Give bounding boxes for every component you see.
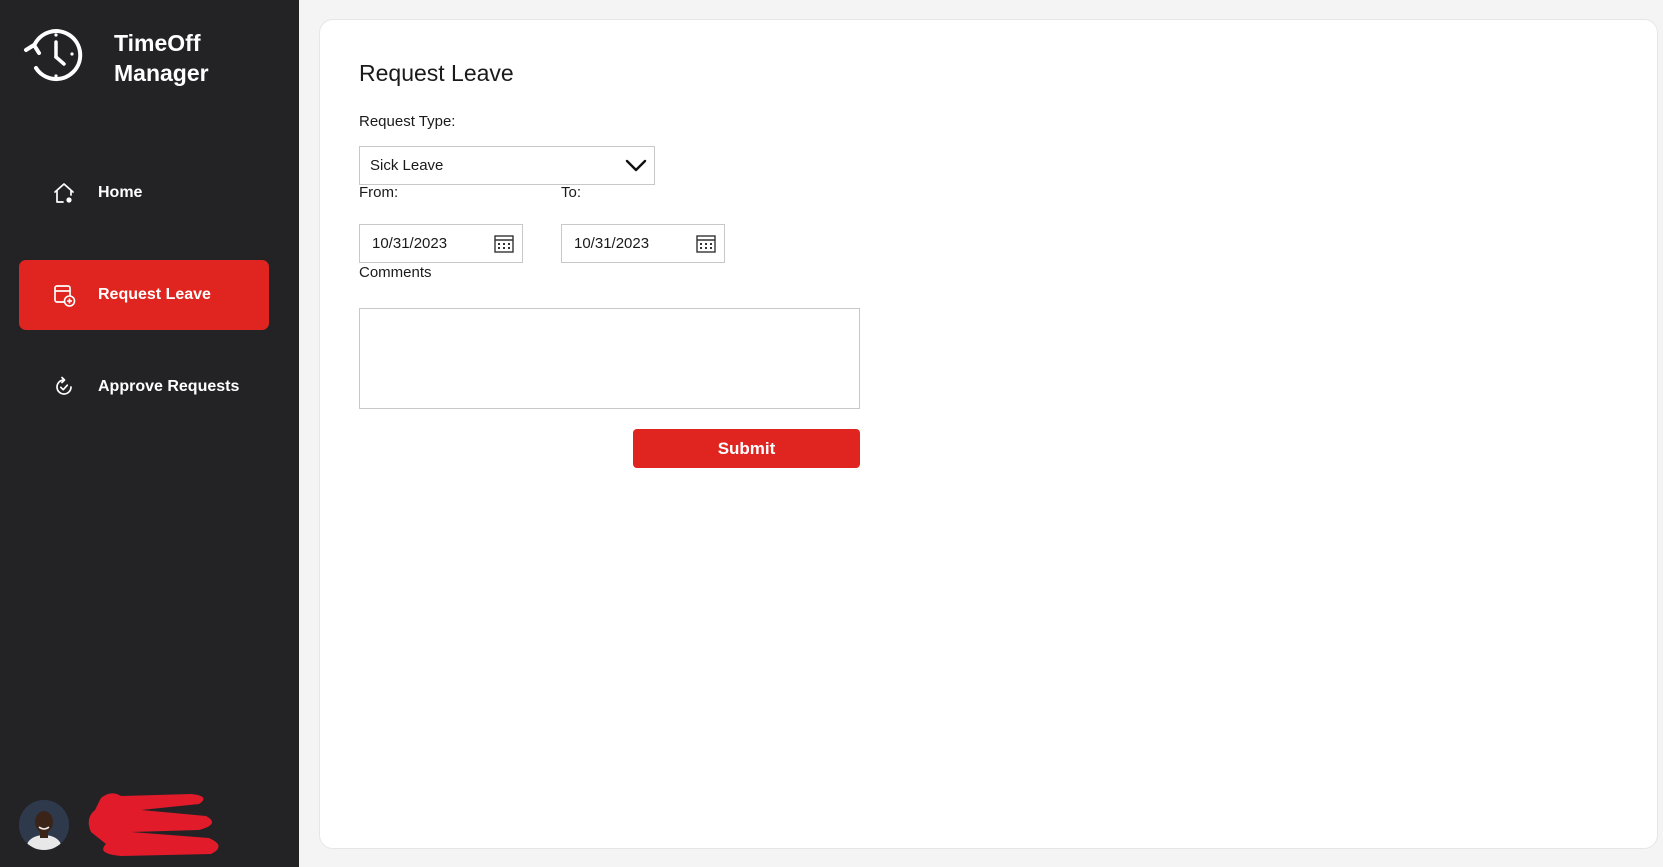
clock-history-icon bbox=[24, 29, 83, 82]
user-profile[interactable] bbox=[19, 793, 219, 856]
avatar bbox=[19, 800, 69, 850]
submit-button[interactable]: Submit bbox=[633, 429, 860, 468]
sidebar-item-label: Home bbox=[98, 184, 143, 201]
sidebar-item-approve-requests[interactable]: Approve Requests bbox=[19, 352, 269, 422]
calendar-add-icon bbox=[54, 285, 76, 307]
from-date-input[interactable]: 10/31/2023 bbox=[359, 224, 523, 263]
sidebar-item-home[interactable]: Home bbox=[19, 158, 269, 228]
app-title: TimeOff Manager bbox=[114, 30, 209, 86]
sidebar: TimeOff Manager Home Request Leave Appro… bbox=[0, 0, 299, 867]
brand: TimeOff Manager bbox=[22, 24, 209, 86]
redacted-username bbox=[88, 793, 219, 856]
chevron-down-icon bbox=[625, 159, 647, 172]
to-date-value: 10/31/2023 bbox=[574, 235, 650, 252]
to-date-input[interactable]: 10/31/2023 bbox=[561, 224, 725, 263]
to-label: To: bbox=[561, 184, 582, 201]
sidebar-item-label: Request Leave bbox=[98, 286, 211, 303]
comments-label: Comments bbox=[359, 264, 432, 281]
calendar-icon[interactable] bbox=[696, 235, 716, 253]
request-leave-card: Request Leave Request Type: Sick Leave F… bbox=[319, 19, 1658, 849]
from-label: From: bbox=[359, 184, 399, 201]
request-type-select[interactable]: Sick Leave bbox=[359, 146, 655, 185]
request-type-label: Request Type: bbox=[359, 113, 456, 130]
request-type-value: Sick Leave bbox=[370, 157, 444, 174]
sidebar-item-label: Approve Requests bbox=[98, 378, 240, 395]
page-title: Request Leave bbox=[359, 60, 514, 86]
avatar-image bbox=[19, 800, 69, 850]
app-root: TimeOff Manager Home Request Leave Appro… bbox=[0, 0, 1663, 867]
home-icon bbox=[54, 183, 74, 203]
calendar-icon[interactable] bbox=[494, 235, 514, 253]
from-date-value: 10/31/2023 bbox=[372, 235, 448, 252]
refresh-check-icon bbox=[56, 376, 72, 395]
sidebar-item-request-leave[interactable]: Request Leave bbox=[19, 260, 269, 330]
comments-textarea[interactable] bbox=[359, 308, 860, 409]
